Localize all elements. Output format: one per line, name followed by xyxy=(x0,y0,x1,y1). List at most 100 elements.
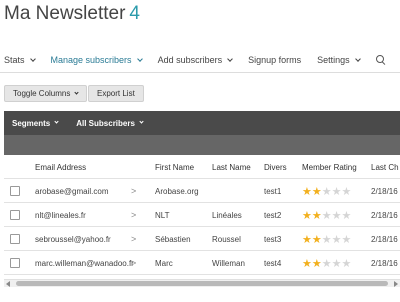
row-last-name: Willeman xyxy=(212,258,245,268)
row-first-name: Sébastien xyxy=(155,234,191,244)
row-email[interactable]: marc.willeman@wanadoo.fr xyxy=(35,251,140,275)
table-row[interactable]: arobase@gmail.com > Arobase.org test1 ★ ★ ★ ★ ★ 2… xyxy=(4,179,400,203)
list-name: Ma Newsletter xyxy=(4,3,126,24)
segments-toolbar: Segments All Subscribers xyxy=(4,111,400,135)
nav-manage-subscribers-label: Manage subscribers xyxy=(50,55,132,65)
star-icon[interactable]: ★ xyxy=(302,233,312,246)
all-subscribers-label: All Subscribers xyxy=(76,118,135,128)
row-checkbox-cell xyxy=(10,203,26,227)
col-first-name[interactable]: First Name xyxy=(155,155,210,179)
nav-signup-forms-label: Signup forms xyxy=(248,55,302,65)
nav-add-subscribers[interactable]: Add subscribers xyxy=(158,55,233,65)
star-icon[interactable]: ★ xyxy=(332,257,342,270)
star-icon[interactable]: ★ xyxy=(312,233,322,246)
row-divers: test1 xyxy=(264,186,282,196)
row-last-name xyxy=(212,179,264,203)
star-icon[interactable]: ★ xyxy=(332,209,342,222)
star-icon[interactable]: ★ xyxy=(312,185,322,198)
table-header: Email Address First Name Last Name Diver… xyxy=(4,155,400,179)
chevron-down-icon xyxy=(354,55,361,62)
row-checkbox[interactable] xyxy=(10,210,20,220)
nav-manage-subscribers[interactable]: Manage subscribers xyxy=(50,55,143,65)
nav-signup-forms[interactable]: Signup forms xyxy=(248,55,301,65)
toolbar-subbar xyxy=(4,135,400,155)
horizontal-scrollbar[interactable] xyxy=(4,279,400,287)
export-list-button[interactable]: Export List xyxy=(88,85,144,102)
star-icon[interactable]: ★ xyxy=(342,209,352,222)
row-email[interactable]: sebroussel@yahoo.fr xyxy=(35,227,140,251)
star-icon[interactable]: ★ xyxy=(312,209,322,222)
toggle-columns-label: Toggle Columns xyxy=(13,89,71,98)
row-checkbox[interactable] xyxy=(10,234,20,244)
row-last-changed: 2/18/16 xyxy=(371,234,398,244)
chevron-down-icon xyxy=(29,55,36,62)
export-list-label: Export List xyxy=(97,89,135,98)
chevron-down-icon xyxy=(136,55,143,62)
member-rating-stars: ★ ★ ★ ★ ★ xyxy=(302,179,366,203)
chevron-down-icon xyxy=(227,55,233,62)
toggle-columns-button[interactable]: Toggle Columns xyxy=(4,85,88,102)
chevron-right-icon[interactable]: > xyxy=(131,203,141,227)
search-icon[interactable] xyxy=(375,55,386,65)
subscribers-table: Email Address First Name Last Name Diver… xyxy=(4,155,400,275)
star-icon[interactable]: ★ xyxy=(322,209,332,222)
col-last-name[interactable]: Last Name xyxy=(212,155,264,179)
row-checkbox[interactable] xyxy=(10,258,20,268)
row-divers: test2 xyxy=(264,210,282,220)
row-email[interactable]: arobase@gmail.com xyxy=(35,179,140,203)
star-icon[interactable]: ★ xyxy=(302,185,312,198)
table-row[interactable]: nlt@lineales.fr > NLT Linéales test2 ★ ★ ★ ★ ★ 2/1… xyxy=(4,203,400,227)
nav-settings-label: Settings xyxy=(317,55,350,65)
row-checkbox-cell xyxy=(10,179,26,203)
star-icon[interactable]: ★ xyxy=(322,185,332,198)
page-title: Ma Newsletter 4 xyxy=(4,3,140,25)
nav-stats-label: Stats xyxy=(4,55,25,65)
row-first-name: NLT xyxy=(155,210,170,220)
segments-dropdown[interactable]: Segments xyxy=(12,118,59,128)
nav-add-subscribers-label: Add subscribers xyxy=(157,55,223,65)
col-divers[interactable]: Divers xyxy=(264,155,296,179)
member-rating-stars: ★ ★ ★ ★ ★ xyxy=(302,203,366,227)
col-last-changed[interactable]: Last Ch xyxy=(371,155,400,179)
member-rating-stars: ★ ★ ★ ★ ★ xyxy=(302,251,366,275)
row-first-name: Arobase.org xyxy=(155,186,199,196)
chevron-down-icon xyxy=(139,119,144,124)
main-nav: Stats Manage subscribers Add subscribers… xyxy=(0,50,400,70)
table-row[interactable]: sebroussel@yahoo.fr > Sébastien Roussel test… xyxy=(4,227,400,251)
row-last-changed: 2/18/16 xyxy=(371,258,398,268)
row-checkbox[interactable] xyxy=(10,186,20,196)
row-last-changed: 2/18/16 xyxy=(371,210,398,220)
row-divers: test3 xyxy=(264,234,282,244)
row-last-name: Roussel xyxy=(212,234,241,244)
star-icon[interactable]: ★ xyxy=(342,185,352,198)
chevron-right-icon[interactable]: > xyxy=(131,227,141,251)
scroll-right-icon[interactable] xyxy=(394,281,398,287)
segments-label: Segments xyxy=(12,118,51,128)
table-row[interactable]: marc.willeman@wanadoo.fr > Marc Willeman tes… xyxy=(4,251,400,275)
scroll-thumb[interactable] xyxy=(16,281,388,286)
nav-stats[interactable]: Stats xyxy=(4,55,36,65)
star-icon[interactable]: ★ xyxy=(302,257,312,270)
scroll-left-icon[interactable] xyxy=(6,281,10,287)
nav-divider xyxy=(0,72,400,73)
star-icon[interactable]: ★ xyxy=(332,185,342,198)
star-icon[interactable]: ★ xyxy=(322,233,332,246)
star-icon[interactable]: ★ xyxy=(342,233,352,246)
star-icon[interactable]: ★ xyxy=(312,257,322,270)
chevron-down-icon xyxy=(74,89,79,95)
star-icon[interactable]: ★ xyxy=(322,257,332,270)
chevron-right-icon[interactable]: > xyxy=(131,179,141,203)
chevron-right-icon[interactable]: > xyxy=(131,251,141,275)
all-subscribers-dropdown[interactable]: All Subscribers xyxy=(76,118,144,128)
col-member-rating[interactable]: Member Rating xyxy=(302,155,366,179)
star-icon[interactable]: ★ xyxy=(332,233,342,246)
star-icon[interactable]: ★ xyxy=(342,257,352,270)
star-icon[interactable]: ★ xyxy=(302,209,312,222)
chevron-down-icon xyxy=(54,119,59,124)
row-last-name: Linéales xyxy=(212,210,242,220)
col-email[interactable]: Email Address xyxy=(35,155,140,179)
nav-settings[interactable]: Settings xyxy=(317,55,361,65)
row-last-changed: 2/18/16 xyxy=(371,186,398,196)
row-divers: test4 xyxy=(264,258,282,268)
row-email[interactable]: nlt@lineales.fr xyxy=(35,203,140,227)
